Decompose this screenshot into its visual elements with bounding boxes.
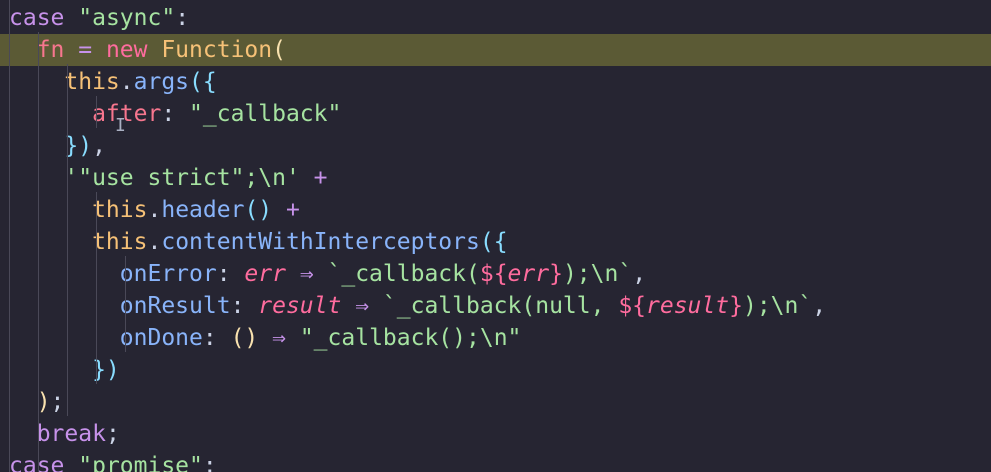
code-token: "async" [78, 5, 176, 31]
code-token: ( [272, 37, 286, 63]
code-line-content: onError: err ⇒ `_callback(${err});\n`, [9, 258, 646, 290]
code-token: this [9, 197, 148, 223]
indent-guide [125, 256, 126, 352]
code-line[interactable]: this.header() + [0, 194, 991, 226]
code-line[interactable]: after: "_callback" [0, 98, 991, 130]
code-token: . [147, 229, 162, 255]
code-token: ${ [479, 261, 508, 287]
code-token: '"use strict";\n' [9, 165, 300, 191]
code-token: ({ [189, 69, 217, 95]
code-token: . [119, 69, 134, 95]
code-token: ({ [479, 229, 508, 255]
code-line[interactable]: }), [0, 130, 991, 162]
code-token: after [9, 101, 162, 127]
code-line[interactable]: onDone: () ⇒ "_callback();\n" [0, 322, 991, 354]
code-token: } [549, 261, 563, 287]
code-token: "_callback();\n" [299, 325, 522, 351]
code-token: `_callback(null, [382, 293, 619, 319]
code-token: . [147, 197, 162, 223]
code-line-content: after: "_callback" [9, 98, 341, 130]
code-line-content: ); [9, 386, 65, 418]
code-token: break [9, 421, 106, 447]
indent-guide [67, 64, 68, 416]
code-token: , [632, 261, 647, 287]
code-token: this [9, 69, 120, 95]
code-line-content: this.header() + [9, 194, 300, 226]
code-token: } [729, 293, 743, 319]
indent-guide [96, 96, 97, 128]
code-token: result [646, 293, 730, 319]
code-line[interactable]: this.contentWithInterceptors({ [0, 226, 991, 258]
code-token: ; [50, 389, 65, 415]
indent-guide [38, 32, 39, 472]
code-token: : [216, 261, 245, 287]
code-token: ) [9, 389, 51, 415]
code-token: );\n` [742, 293, 813, 319]
code-token: contentWithInterceptors [161, 229, 480, 255]
code-token: fn [9, 37, 65, 63]
code-token: }) [9, 133, 93, 159]
code-token: err [244, 261, 286, 287]
text-cursor-icon: I [115, 115, 126, 136]
code-line-content: }), [9, 130, 106, 162]
code-token: this [9, 229, 148, 255]
code-line-content: fn = new Function( [9, 34, 286, 66]
code-token: onResult [9, 293, 231, 319]
code-token: , [812, 293, 827, 319]
code-token: Function [161, 37, 273, 63]
code-token: ; [105, 421, 120, 447]
code-line[interactable]: }) [0, 354, 991, 386]
code-line-content: onResult: result ⇒ `_callback(null, ${re… [9, 290, 826, 322]
code-token: , [92, 133, 106, 159]
code-line-content: break; [9, 418, 120, 450]
code-token: : [202, 453, 217, 472]
code-line[interactable]: break; [0, 418, 991, 450]
code-line[interactable]: onError: err ⇒ `_callback(${err});\n`, [0, 258, 991, 290]
code-token: case [9, 453, 79, 472]
code-token: "_callback" [189, 101, 342, 127]
code-line[interactable]: case "async": [0, 2, 991, 34]
code-token: : [202, 325, 231, 351]
indent-guide [9, 0, 10, 472]
code-line-content: '"use strict";\n' + [9, 162, 328, 194]
code-line[interactable]: onResult: result ⇒ `_callback(null, ${re… [0, 290, 991, 322]
code-line[interactable]: ); [0, 386, 991, 418]
code-token: case [9, 5, 79, 31]
code-token: );\n` [562, 261, 633, 287]
code-token: }) [9, 357, 120, 383]
code-line-content: case "promise": [9, 450, 217, 472]
code-line[interactable]: case "promise": [0, 450, 991, 472]
code-line-content: this.contentWithInterceptors({ [9, 226, 508, 258]
code-token: ⇒ [341, 293, 383, 319]
code-token: ${ [618, 293, 647, 319]
code-token: result [258, 293, 342, 319]
code-line-content: this.args({ [9, 66, 217, 98]
code-token: + [272, 197, 300, 223]
code-token: header [161, 197, 245, 223]
code-token: args [133, 69, 190, 95]
code-token: + [299, 165, 328, 191]
code-token: ⇒ [258, 325, 300, 351]
code-line[interactable]: this.args({ [0, 66, 991, 98]
code-token: onError [9, 261, 217, 287]
code-editor[interactable]: case "promise": break; ); }) onDone: () … [0, 0, 991, 472]
code-line[interactable]: '"use strict";\n' + [0, 162, 991, 194]
code-token: : [161, 101, 190, 127]
code-token: ⇒ [285, 261, 328, 287]
code-token: = [64, 37, 106, 63]
code-token: () [230, 325, 259, 351]
code-line[interactable]: fn = new Function( [0, 34, 991, 66]
code-token: : [175, 5, 190, 31]
code-token: new [105, 37, 162, 63]
indent-guide [96, 192, 97, 384]
code-token: "promise" [78, 453, 203, 472]
code-line-content: case "async": [9, 2, 189, 34]
code-token: `_callback( [327, 261, 480, 287]
code-token: : [230, 293, 259, 319]
code-token: () [244, 197, 273, 223]
code-line-content: onDone: () ⇒ "_callback();\n" [9, 322, 522, 354]
code-line-content: }) [9, 354, 120, 386]
code-token: err [507, 261, 550, 287]
